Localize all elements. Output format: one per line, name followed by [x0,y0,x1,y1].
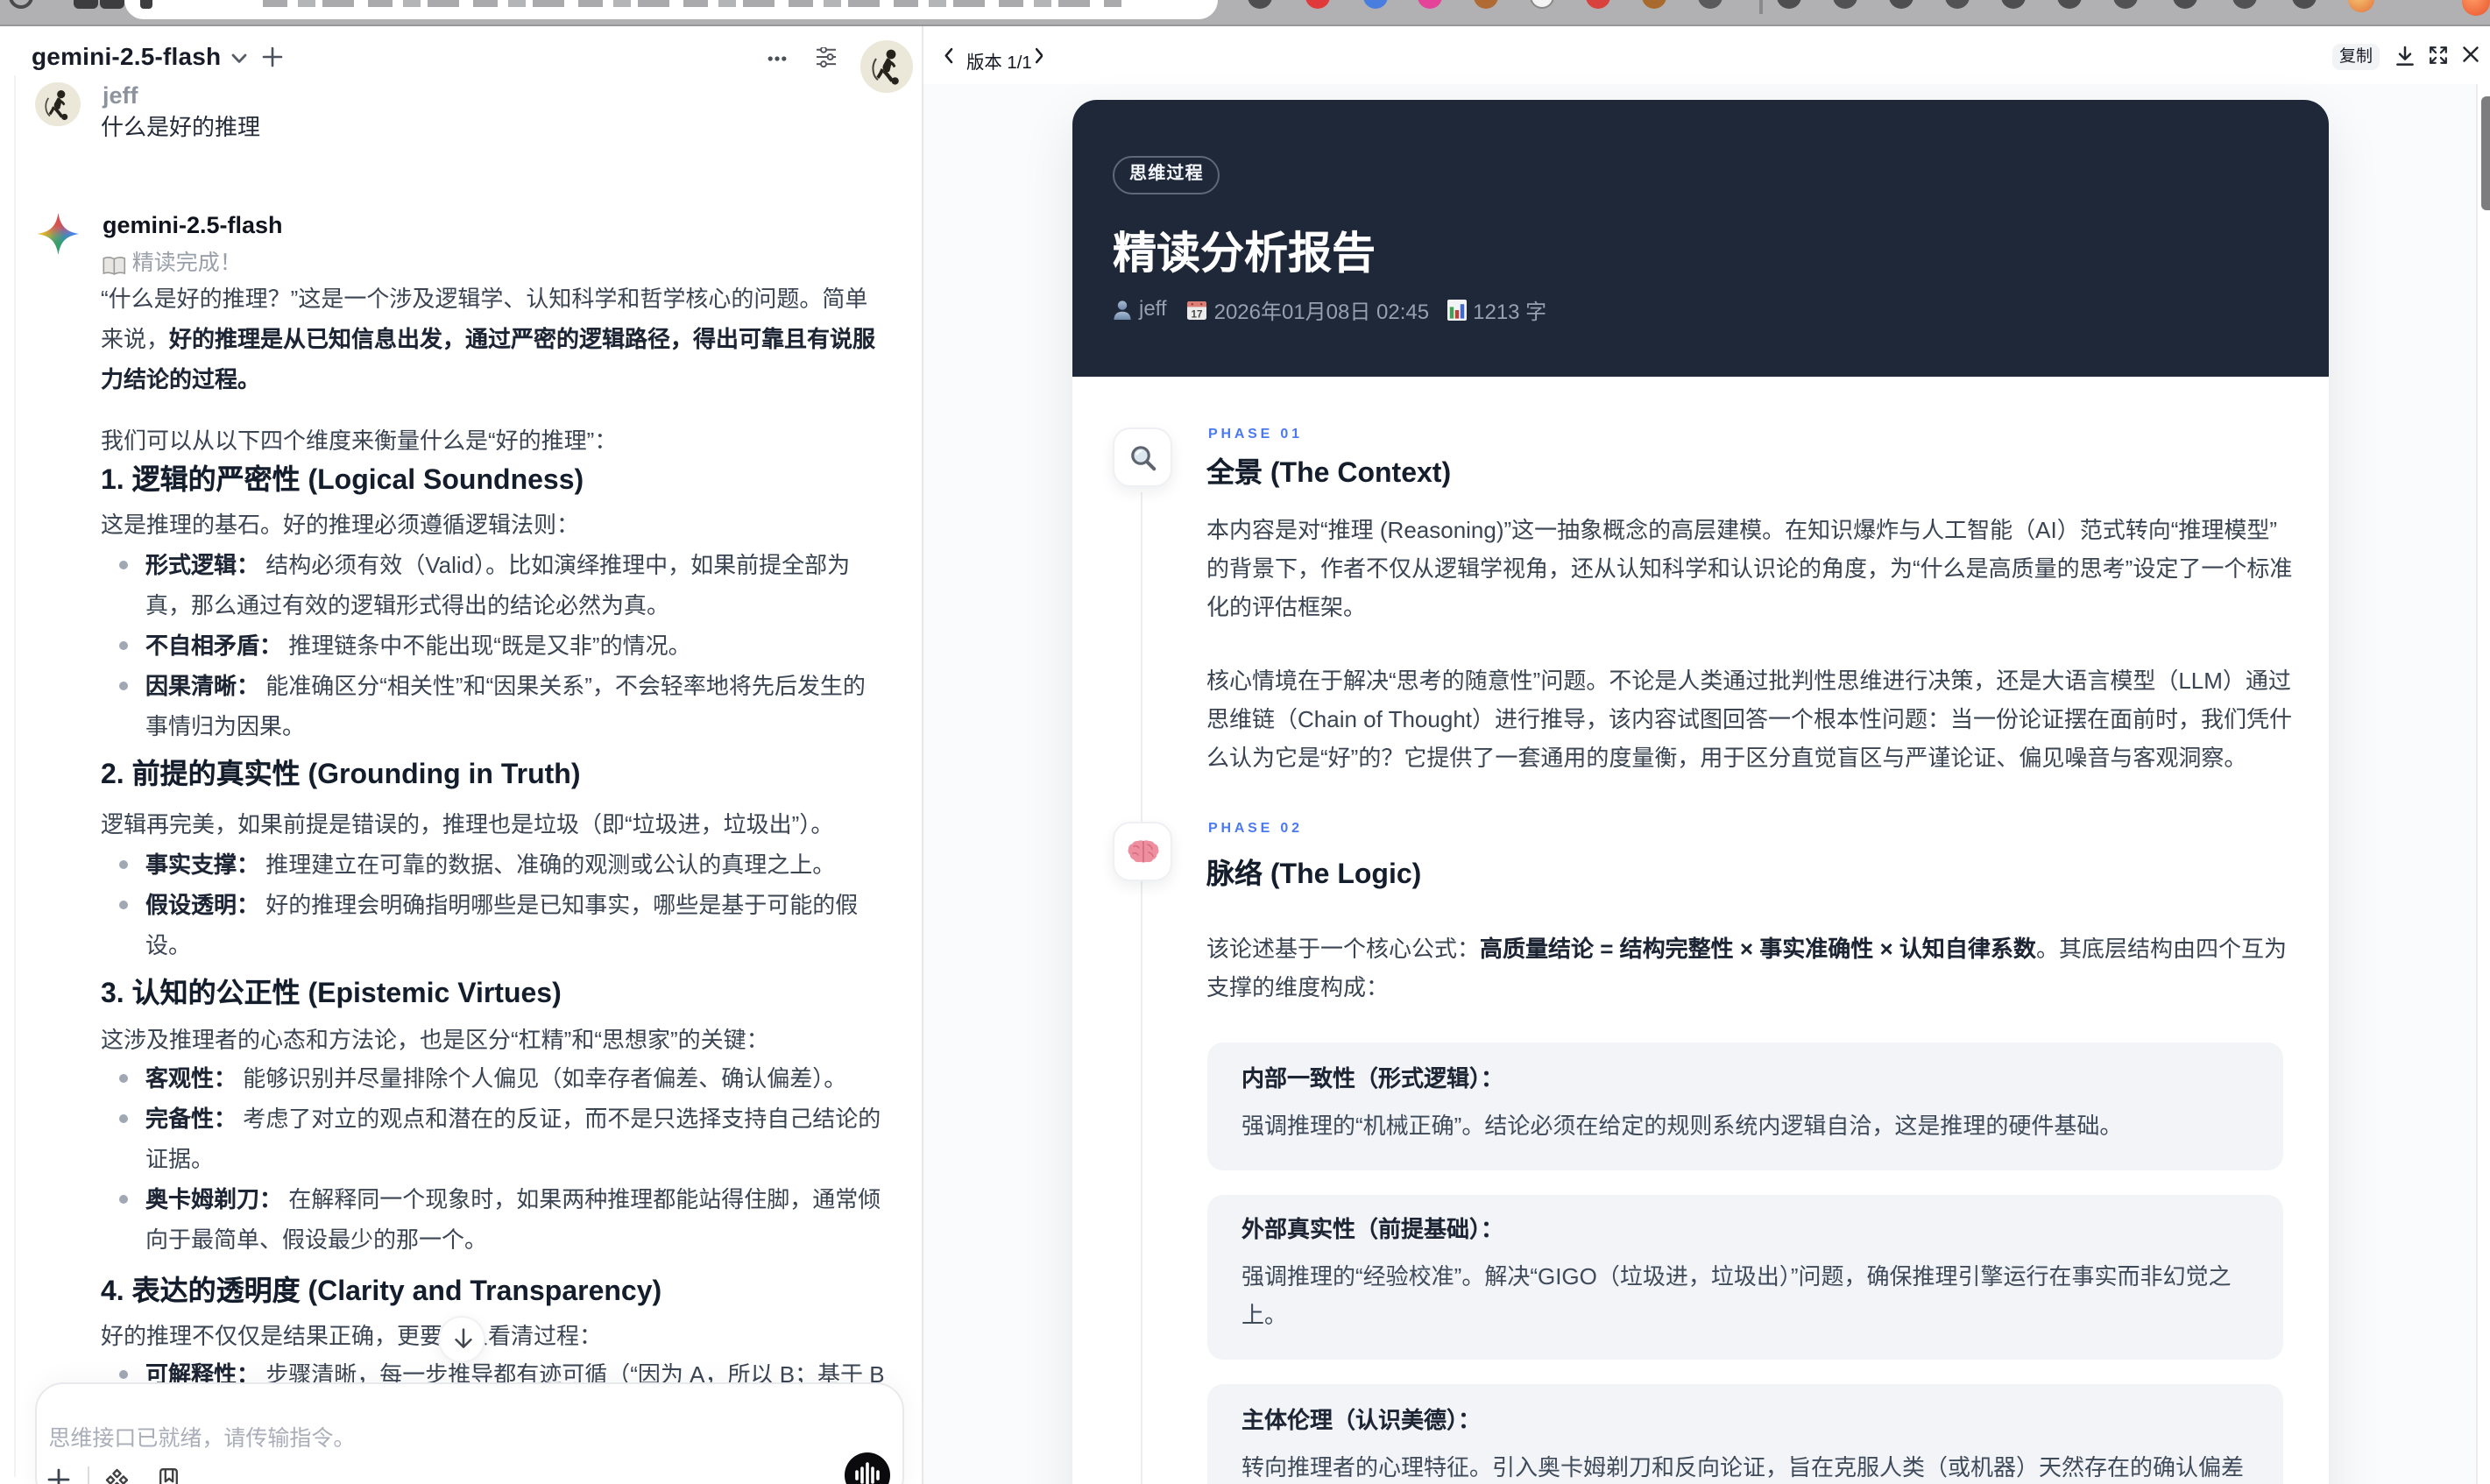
svg-text:17: 17 [1191,308,1202,320]
